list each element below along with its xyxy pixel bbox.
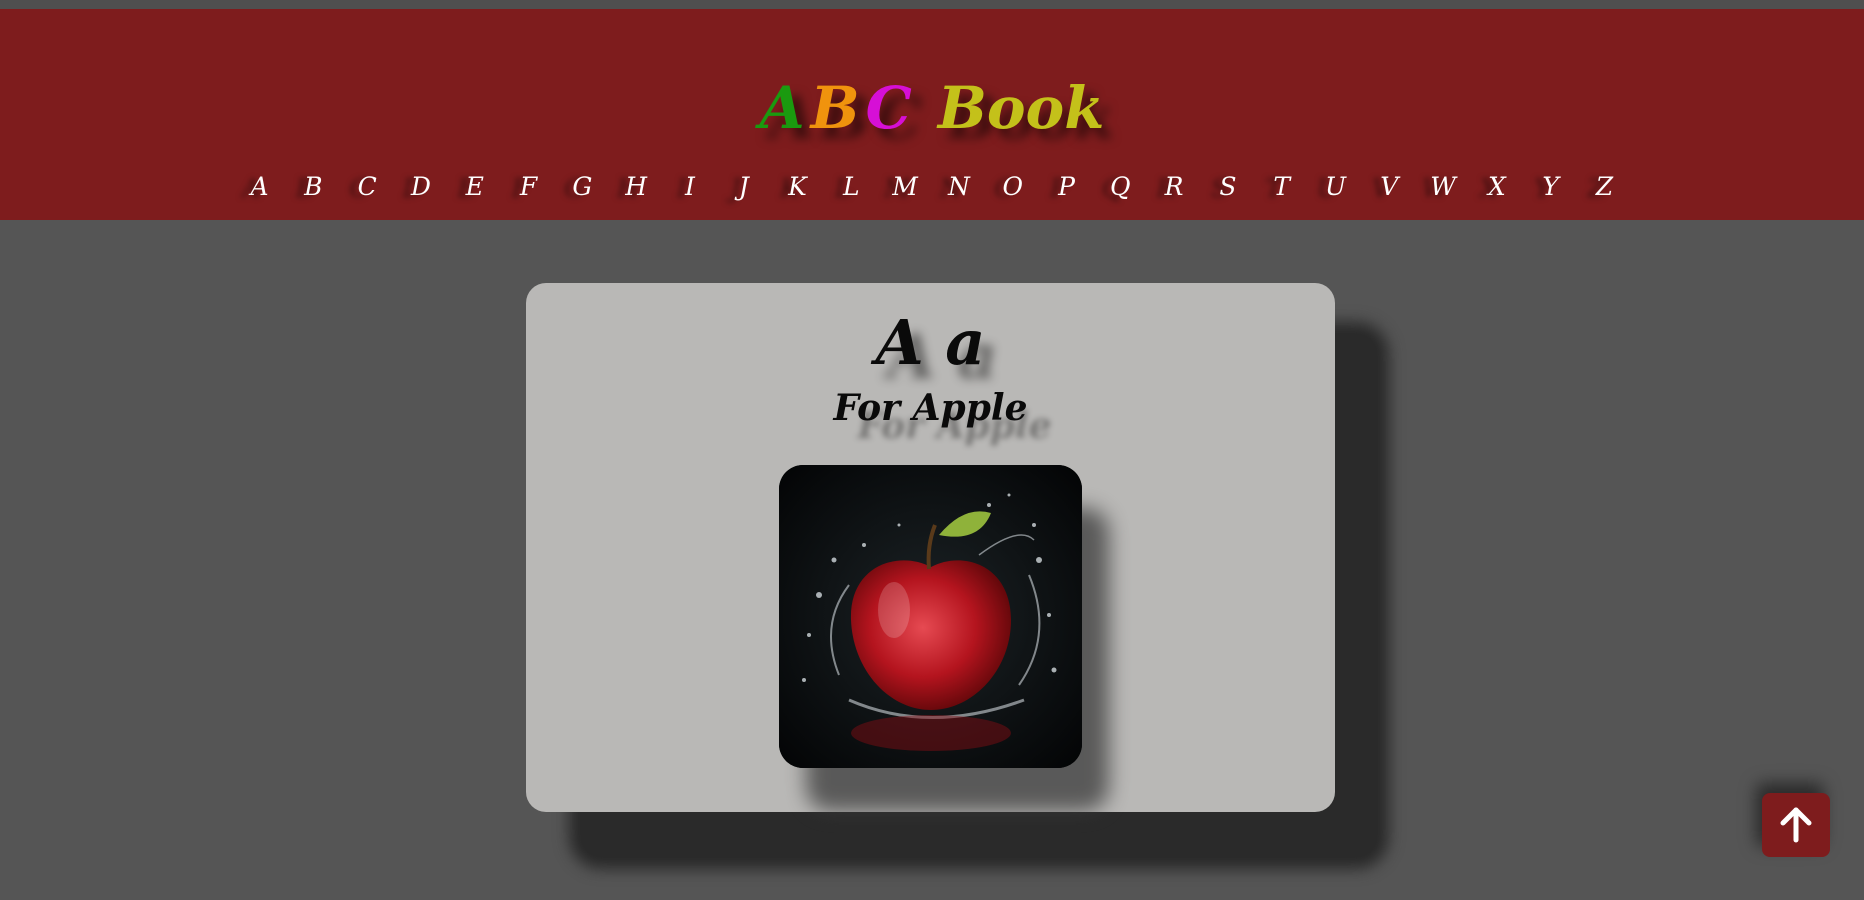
nav-letter-s[interactable]: S [1201, 159, 1255, 215]
nav-letter-z[interactable]: Z [1578, 159, 1632, 215]
nav-letter-a[interactable]: A [233, 159, 287, 215]
arrow-up-icon [1780, 807, 1812, 843]
apple-image [779, 465, 1082, 768]
nav-letter-p[interactable]: P [1040, 159, 1094, 215]
nav-letter-t[interactable]: T [1255, 159, 1309, 215]
nav-letter-k[interactable]: K [771, 159, 825, 215]
nav-letter-o[interactable]: O [986, 159, 1040, 215]
letter-pair: A a [875, 306, 986, 379]
nav-letter-x[interactable]: X [1470, 159, 1524, 215]
letter-card: A a For Apple [526, 283, 1335, 812]
letter-word: For Apple [833, 387, 1028, 429]
nav-letter-b[interactable]: B [286, 159, 340, 215]
apple-splash-image [779, 465, 1082, 768]
nav-letter-n[interactable]: N [932, 159, 986, 215]
nav-letter-c[interactable]: C [340, 159, 394, 215]
nav-letter-w[interactable]: W [1416, 159, 1470, 215]
title-letter-a: A [759, 74, 805, 142]
title-letter-c: C [865, 74, 912, 142]
nav-letter-r[interactable]: R [1147, 159, 1201, 215]
nav-letter-m[interactable]: M [878, 159, 932, 215]
nav-letter-y[interactable]: Y [1524, 159, 1578, 215]
nav-letter-v[interactable]: V [1362, 159, 1416, 215]
title-word-book: Book [937, 74, 1105, 142]
alphabet-nav: ABCDEFGHIJKLMNOPQRSTUVWXYZ [0, 159, 1864, 215]
nav-letter-e[interactable]: E [448, 159, 502, 215]
back-to-top-button[interactable] [1762, 793, 1830, 857]
title-letter-b: B [810, 74, 860, 142]
top-strip [0, 0, 1864, 9]
nav-letter-l[interactable]: L [824, 159, 878, 215]
nav-letter-h[interactable]: H [609, 159, 663, 215]
nav-letter-f[interactable]: F [502, 159, 556, 215]
page-title: A B C Book [0, 63, 1864, 153]
nav-letter-q[interactable]: Q [1093, 159, 1147, 215]
nav-letter-g[interactable]: G [555, 159, 609, 215]
nav-letter-i[interactable]: I [663, 159, 717, 215]
nav-letter-d[interactable]: D [394, 159, 448, 215]
nav-letter-j[interactable]: J [717, 159, 771, 215]
site-header: A B C Book ABCDEFGHIJKLMNOPQRSTUVWXYZ [0, 9, 1864, 220]
nav-letter-u[interactable]: U [1309, 159, 1363, 215]
